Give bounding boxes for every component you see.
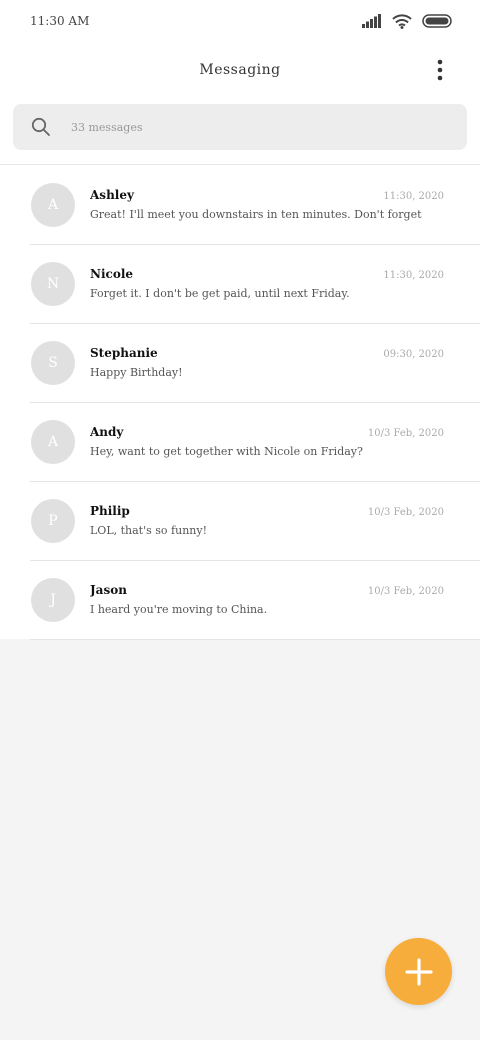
conversation-body: Jason 10/3 Feb, 2020 I heard you're movi… <box>90 583 480 616</box>
more-options-button[interactable] <box>426 56 454 84</box>
message-time: 11:30, 2020 <box>383 191 444 202</box>
wifi-icon <box>392 13 412 29</box>
conversation-body: Ashley 11:30, 2020 Great! I'll meet you … <box>90 188 480 221</box>
search-area <box>0 98 480 164</box>
page-title: Messaging <box>199 62 281 78</box>
signal-icon <box>362 14 381 28</box>
message-time: 10/3 Feb, 2020 <box>367 428 444 439</box>
avatar: A <box>31 419 75 464</box>
conversation-list: A Ashley 11:30, 2020 Great! I'll meet yo… <box>0 164 480 640</box>
conversation-row[interactable]: A Ashley 11:30, 2020 Great! I'll meet yo… <box>0 165 480 245</box>
search-icon <box>31 117 50 136</box>
conversation-header: Stephanie 09:30, 2020 <box>90 346 444 360</box>
conversation-header: Andy 10/3 Feb, 2020 <box>90 425 444 439</box>
message-preview: Forget it. I don't be get paid, until ne… <box>90 287 350 300</box>
app-header: Messaging <box>0 42 480 98</box>
conversation-row[interactable]: S Stephanie 09:30, 2020 Happy Birthday! <box>0 323 480 403</box>
contact-name: Stephanie <box>90 346 158 360</box>
battery-icon <box>422 14 452 28</box>
status-time: 11:30 AM <box>30 14 90 28</box>
contact-name: Andy <box>90 425 124 439</box>
more-vert-icon <box>437 59 443 81</box>
message-preview: Great! I'll meet you downstairs in ten m… <box>90 208 422 221</box>
plus-icon <box>404 957 433 986</box>
search-bar[interactable] <box>13 104 467 150</box>
message-time: 10/3 Feb, 2020 <box>367 586 444 597</box>
conversation-row[interactable]: P Philip 10/3 Feb, 2020 LOL, that's so f… <box>0 481 480 561</box>
avatar: S <box>31 340 75 385</box>
conversation-row[interactable]: A Andy 10/3 Feb, 2020 Hey, want to get t… <box>0 402 480 482</box>
conversation-header: Ashley 11:30, 2020 <box>90 188 444 202</box>
status-bar: 11:30 AM <box>0 0 480 42</box>
conversation-row[interactable]: J Jason 10/3 Feb, 2020 I heard you're mo… <box>0 560 480 640</box>
contact-name: Jason <box>90 583 127 597</box>
new-message-button[interactable] <box>385 938 452 1005</box>
search-input[interactable] <box>69 119 449 135</box>
message-preview: Happy Birthday! <box>90 366 183 379</box>
conversation-body: Andy 10/3 Feb, 2020 Hey, want to get tog… <box>90 425 480 458</box>
avatar: A <box>31 182 75 227</box>
avatar: P <box>31 498 75 543</box>
avatar: N <box>31 261 75 306</box>
message-time: 10/3 Feb, 2020 <box>367 507 444 518</box>
contact-name: Nicole <box>90 267 134 281</box>
conversation-row[interactable]: N Nicole 11:30, 2020 Forget it. I don't … <box>0 244 480 324</box>
conversation-header: Nicole 11:30, 2020 <box>90 267 444 281</box>
avatar: J <box>31 577 75 622</box>
message-preview: LOL, that's so funny! <box>90 524 207 537</box>
message-time: 09:30, 2020 <box>383 349 444 360</box>
message-preview: Hey, want to get together with Nicole on… <box>90 445 363 458</box>
message-preview: I heard you're moving to China. <box>90 603 268 616</box>
top-area: 11:30 AM Messaging <box>0 0 480 164</box>
contact-name: Philip <box>90 504 130 518</box>
contact-name: Ashley <box>90 188 134 202</box>
message-time: 11:30, 2020 <box>383 270 444 281</box>
conversation-header: Philip 10/3 Feb, 2020 <box>90 504 444 518</box>
conversation-body: Stephanie 09:30, 2020 Happy Birthday! <box>90 346 480 379</box>
conversation-body: Philip 10/3 Feb, 2020 LOL, that's so fun… <box>90 504 480 537</box>
conversation-body: Nicole 11:30, 2020 Forget it. I don't be… <box>90 267 480 300</box>
status-icons <box>362 13 452 29</box>
conversation-header: Jason 10/3 Feb, 2020 <box>90 583 444 597</box>
